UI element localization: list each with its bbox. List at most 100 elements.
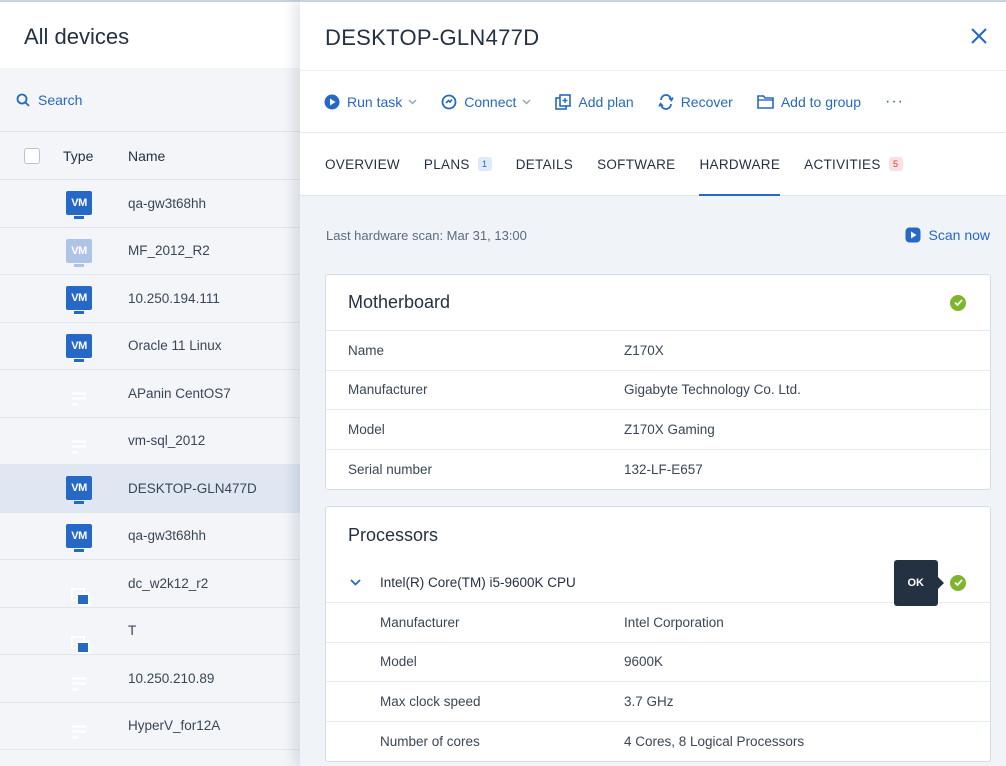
motherboard-header: Motherboard [326, 275, 990, 331]
property-key: Max clock speed [380, 693, 481, 709]
tab-plans-label: PLANS [423, 156, 470, 172]
tab-details[interactable]: DETAILS [516, 133, 573, 195]
run-task-button[interactable]: Run task [324, 94, 417, 110]
device-row[interactable]: T [0, 608, 300, 655]
device-row[interactable]: APanin CentOS7 [0, 370, 300, 418]
device-row[interactable]: VM 10.250.194.111 [0, 275, 300, 323]
property-value: 132-LF-E657 [624, 461, 703, 477]
column-name[interactable]: Name [128, 148, 165, 164]
device-row[interactable]: 10.250.210.89 [0, 655, 300, 703]
chevron-down-icon [522, 99, 531, 104]
device-row[interactable]: HyperV_for12A [0, 703, 300, 750]
vm-icon: VM [66, 333, 92, 362]
device-name: qa-gw3t68hh [128, 195, 207, 211]
vm-icon: VM [66, 238, 92, 267]
device-row[interactable]: dc_w2k12_r2 [0, 560, 300, 608]
tab-software-label: SOFTWARE [597, 156, 676, 172]
tab-overview[interactable]: OVERVIEW [325, 133, 400, 195]
cpu-row[interactable]: Intel(R) Core(TM) i5-9600K CPU OK [326, 559, 990, 606]
vm-icon: VM [66, 191, 92, 220]
server-icon [66, 433, 68, 448]
property-value: Gigabyte Technology Co. Ltd. [624, 382, 801, 398]
property-row: Manufacturer Intel Corporation [326, 603, 990, 643]
property-value: Intel Corporation [624, 614, 724, 630]
search-icon [16, 93, 30, 107]
device-name: MF_2012_R2 [128, 243, 210, 259]
chevron-down-icon [408, 99, 417, 104]
property-value: 3.7 GHz [624, 693, 674, 709]
play-icon [324, 94, 340, 109]
device-row[interactable]: VM qa-gw3t68hh [0, 180, 300, 228]
more-actions-button[interactable]: ··· [885, 93, 904, 111]
device-icon-shape: VM [66, 476, 92, 505]
recover-icon [658, 93, 674, 110]
add-plan-button[interactable]: Add plan [555, 93, 634, 110]
device-name: T [128, 623, 137, 639]
device-name: APanin CentOS7 [128, 385, 231, 401]
property-value: Z170X [624, 342, 664, 358]
add-plan-icon [555, 93, 572, 110]
tab-hardware-label: HARDWARE [699, 156, 781, 172]
tab-hardware[interactable]: HARDWARE [699, 133, 781, 196]
motherboard-card: Motherboard Name Z170X Manufacturer Gigabyt… [325, 274, 991, 490]
motherboard-title: Motherboard [348, 292, 451, 312]
property-row: Model 9600K [326, 643, 990, 682]
device-row[interactable]: VM MF_2012_R2 [0, 228, 300, 275]
tab-plans[interactable]: PLANS 1 [424, 133, 492, 195]
folder-icon [757, 95, 774, 109]
devices-panel: All devices Search Type Name VM qa-gw3t68… [0, 0, 300, 766]
tab-software[interactable]: SOFTWARE [597, 133, 675, 195]
search-input[interactable]: Search [0, 68, 300, 132]
add-to-group-button[interactable]: Add to group [757, 94, 861, 110]
server-icon [66, 386, 68, 401]
connect-button[interactable]: Connect [441, 94, 531, 110]
device-icon-shape: VM [66, 286, 92, 315]
device-row[interactable]: vm-sql_2012 [0, 418, 300, 465]
property-row: Manufacturer Gigabyte Technology Co. Ltd. [326, 371, 990, 410]
device-detail-panel: DESKTOP-GLN477D Run task Connect Add pla… [300, 0, 1006, 766]
device-icon-shape: VM [66, 333, 92, 362]
device-row[interactable]: VM qa-gw3t68hh [0, 513, 300, 560]
scan-now-button[interactable]: Scan now [905, 227, 990, 243]
device-name: qa-gw3t68hh [128, 528, 207, 544]
property-key: Manufacturer [380, 614, 460, 630]
chevron-down-icon[interactable] [350, 579, 361, 586]
tab-details-label: DETAILS [515, 156, 574, 172]
vm-icon: VM [66, 476, 92, 505]
device-row[interactable]: VM Oracle 11 Linux [0, 323, 300, 370]
play-icon [905, 227, 921, 243]
vm-icon: VM [66, 523, 92, 552]
close-icon[interactable] [970, 27, 988, 45]
action-toolbar: Run task Connect Add plan Recover Add to… [300, 70, 1006, 132]
property-value: 9600K [624, 654, 664, 670]
vm-icon: VM [66, 286, 92, 315]
property-key: Serial number [348, 461, 433, 477]
ok-status-icon[interactable] [950, 574, 966, 591]
property-row: Max clock speed 3.7 GHz [326, 682, 990, 722]
plans-count-badge: 1 [477, 157, 492, 171]
device-title: DESKTOP-GLN477D [325, 25, 540, 50]
property-value: 4 Cores, 8 Logical Processors [624, 733, 805, 749]
add-plan-label: Add plan [578, 93, 634, 110]
recover-button[interactable]: Recover [658, 94, 733, 110]
activities-count-badge: 5 [888, 157, 903, 171]
select-all-checkbox[interactable] [24, 147, 40, 164]
add-to-group-label: Add to group [780, 93, 861, 110]
property-key: Manufacturer [348, 382, 428, 398]
device-name: Oracle 11 Linux [128, 338, 222, 354]
device-icon-shape: VM [66, 191, 92, 220]
device-row[interactable]: VM DESKTOP-GLN477D [0, 465, 300, 513]
status-tooltip: OK [893, 559, 938, 606]
cpu-name: Intel(R) Core(TM) i5-9600K CPU [380, 575, 576, 590]
recover-label: Recover [680, 93, 733, 110]
processors-header: Processors [326, 507, 990, 563]
device-name: 10.250.194.111 [128, 290, 220, 306]
device-table-header: Type Name [0, 132, 300, 180]
device-name: vm-sql_2012 [128, 433, 206, 449]
panel-title: All devices [0, 2, 300, 68]
tab-activities[interactable]: ACTIVITIES 5 [804, 133, 903, 195]
device-name: 10.250.210.89 [128, 670, 215, 686]
device-list: VM qa-gw3t68hh VM MF_2012_R2 VM 10.250.194.11… [0, 180, 300, 750]
column-type[interactable]: Type [63, 148, 93, 164]
tab-overview-label: OVERVIEW [325, 156, 400, 172]
